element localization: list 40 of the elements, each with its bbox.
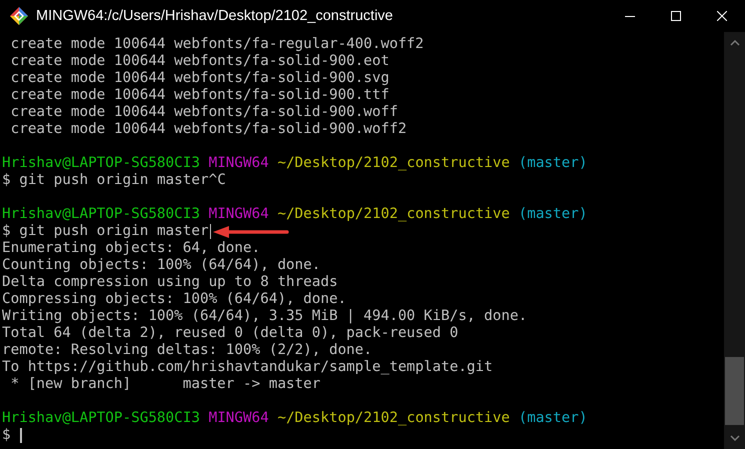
prompt-system: MINGW64 <box>208 410 269 426</box>
prompt-user-host: Hrishav@LAPTOP-SG580CI3 <box>2 155 200 171</box>
output-line: remote: Resolving deltas: 100% (2/2), done. <box>2 342 372 358</box>
output-line: create mode 100644 webfonts/fa-solid-900.ttf <box>10 87 390 103</box>
prompt-branch: (master) <box>518 410 588 426</box>
prompt-system: MINGW64 <box>208 155 269 171</box>
output-line: Enumerating objects: 64, done. <box>2 240 260 256</box>
window-title: MINGW64:/c/Users/Hrishav/Desktop/2102_constructive <box>36 8 393 24</box>
scrollbar[interactable] <box>724 32 745 449</box>
output-line: Compressing objects: 100% (64/64), done. <box>2 291 346 307</box>
output-line: Delta compression using up to 8 threads <box>2 274 338 290</box>
close-icon <box>717 11 727 21</box>
command-text: git push origin master <box>19 223 209 239</box>
output-line: * [new branch] master -> master <box>10 376 320 392</box>
prompt-symbol: $ <box>2 427 11 443</box>
output-line: To https://github.com/hrishavtandukar/sample_template.git <box>2 359 493 375</box>
scroll-up-icon[interactable] <box>730 40 740 46</box>
prompt-path: ~/Desktop/2102_constructive <box>277 410 510 426</box>
maximize-icon <box>671 11 681 21</box>
prompt-branch: (master) <box>518 206 588 222</box>
prompt-branch: (master) <box>518 155 588 171</box>
diamond-icon <box>10 7 28 25</box>
scroll-thumb[interactable] <box>725 357 744 425</box>
output-line: create mode 100644 webfonts/fa-solid-900.woff <box>10 104 398 120</box>
prompt-user-host: Hrishav@LAPTOP-SG580CI3 <box>2 206 200 222</box>
prompt-path: ~/Desktop/2102_constructive <box>277 206 510 222</box>
prompt-symbol: $ <box>2 223 11 239</box>
prompt-path: ~/Desktop/2102_constructive <box>277 155 510 171</box>
output-line: Total 64 (delta 2), reused 0 (delta 0), pack-reused 0 <box>2 325 458 341</box>
output-line: create mode 100644 webfonts/fa-solid-900.woff2 <box>10 121 407 137</box>
output-line: Counting objects: 100% (64/64), done. <box>2 257 320 273</box>
prompt-symbol: $ <box>2 172 11 188</box>
command-text: git push origin master^C <box>19 172 226 188</box>
prompt-system: MINGW64 <box>208 206 269 222</box>
output-line: create mode 100644 webfonts/fa-regular-400.woff2 <box>10 36 424 52</box>
scroll-down-icon[interactable] <box>730 435 740 441</box>
prompt-user-host: Hrishav@LAPTOP-SG580CI3 <box>2 410 200 426</box>
output-line: Writing objects: 100% (64/64), 3.35 MiB | 494.00 KiB/s, done. <box>2 308 528 324</box>
output-line: create mode 100644 webfonts/fa-solid-900.svg <box>10 70 390 86</box>
output-line: create mode 100644 webfonts/fa-solid-900.eot <box>10 53 390 69</box>
